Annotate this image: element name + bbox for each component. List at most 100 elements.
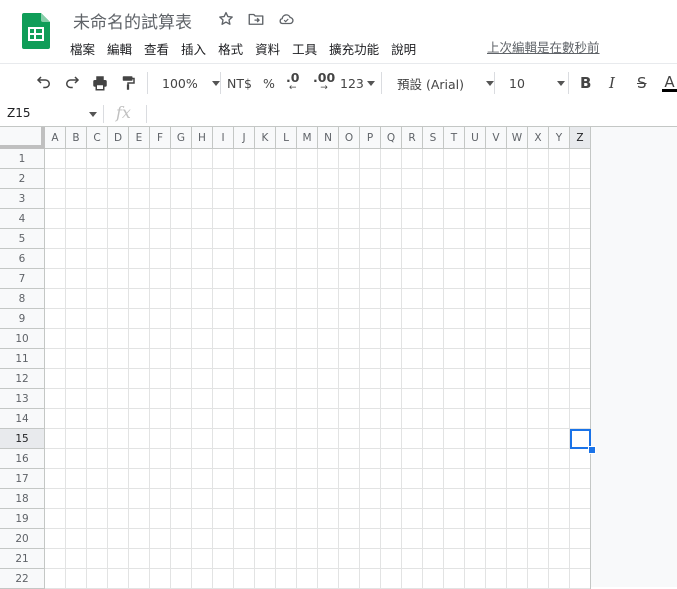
name-box[interactable]: Z15: [7, 106, 31, 120]
column-header[interactable]: B: [66, 127, 87, 149]
move-folder-icon[interactable]: [247, 10, 265, 28]
menu-file[interactable]: 檔案: [64, 41, 101, 59]
column-header[interactable]: Z: [570, 127, 591, 149]
percent-label: %: [263, 75, 275, 91]
spreadsheet-grid: ABCDEFGHIJKLMNOPQRSTUVWXYZ 1 2 3 4 5 6 7 8 9 10 11…: [0, 127, 677, 589]
row-header[interactable]: 2: [0, 169, 45, 189]
font-family-select[interactable]: 預設 (Arial): [397, 64, 495, 102]
column-header[interactable]: X: [528, 127, 549, 149]
column-header[interactable]: E: [129, 127, 150, 149]
row-header[interactable]: 14: [0, 409, 45, 429]
column-header[interactable]: K: [255, 127, 276, 149]
column-header[interactable]: C: [87, 127, 108, 149]
menu-help[interactable]: 說明: [385, 41, 422, 59]
decrease-decimal-label: .0: [286, 70, 300, 85]
strikethrough-button[interactable]: S: [637, 64, 647, 102]
menu-extensions[interactable]: 擴充功能: [323, 41, 385, 59]
bold-label: B: [580, 74, 592, 92]
zoom-select[interactable]: 100%: [162, 64, 220, 102]
increase-decimal-button[interactable]: .00 →: [313, 64, 335, 102]
row-header[interactable]: 19: [0, 509, 45, 529]
column-header[interactable]: T: [444, 127, 465, 149]
italic-button[interactable]: I: [609, 64, 615, 102]
last-edit-link[interactable]: 上次編輯是在數秒前: [487, 39, 600, 57]
row-headers: 1 2 3 4 5 6 7 8 9 10 11 12 13 14 15 16 17 18 19 20 21 22: [0, 149, 45, 589]
menu-view[interactable]: 查看: [138, 41, 175, 59]
column-header[interactable]: O: [339, 127, 360, 149]
row-header[interactable]: 8: [0, 289, 45, 309]
fill-handle[interactable]: [588, 446, 596, 454]
bold-button[interactable]: B: [580, 64, 591, 102]
column-header[interactable]: Y: [549, 127, 570, 149]
toolbar-separator: [147, 72, 148, 94]
undo-icon[interactable]: [35, 64, 53, 102]
paint-format-icon[interactable]: [119, 64, 137, 102]
column-header[interactable]: W: [507, 127, 528, 149]
cloud-saved-icon[interactable]: [277, 10, 295, 28]
column-header[interactable]: J: [234, 127, 255, 149]
column-header[interactable]: A: [45, 127, 66, 149]
menu-tools[interactable]: 工具: [286, 41, 323, 59]
row-header[interactable]: 6: [0, 249, 45, 269]
row-header[interactable]: 22: [0, 569, 45, 589]
column-header[interactable]: V: [486, 127, 507, 149]
menu-format[interactable]: 格式: [212, 41, 249, 59]
font-size-value: 10: [509, 75, 525, 91]
row-header[interactable]: 4: [0, 209, 45, 229]
menu-insert[interactable]: 插入: [175, 41, 212, 59]
row-header[interactable]: 17: [0, 469, 45, 489]
column-header[interactable]: U: [465, 127, 486, 149]
row-header[interactable]: 13: [0, 389, 45, 409]
column-header[interactable]: M: [297, 127, 318, 149]
star-icon[interactable]: [217, 10, 235, 28]
cell-area[interactable]: [45, 149, 591, 589]
column-header[interactable]: N: [318, 127, 339, 149]
row-header[interactable]: 9: [0, 309, 45, 329]
row-header[interactable]: 12: [0, 369, 45, 389]
text-color-swatch: [662, 88, 677, 92]
redo-icon[interactable]: [63, 64, 81, 102]
column-header[interactable]: Q: [381, 127, 402, 149]
more-formats-select[interactable]: 123: [340, 64, 375, 102]
row-header[interactable]: 11: [0, 349, 45, 369]
font-size-select[interactable]: 10: [509, 64, 565, 102]
row-header[interactable]: 7: [0, 269, 45, 289]
column-header[interactable]: S: [423, 127, 444, 149]
column-header[interactable]: P: [360, 127, 381, 149]
toolbar-separator: [568, 72, 569, 94]
row-header[interactable]: 5: [0, 229, 45, 249]
menu-edit[interactable]: 編輯: [101, 41, 138, 59]
toolbar-separator: [220, 72, 221, 94]
print-icon[interactable]: [91, 64, 109, 102]
row-header[interactable]: 18: [0, 489, 45, 509]
row-header[interactable]: 3: [0, 189, 45, 209]
row-header[interactable]: 16: [0, 449, 45, 469]
chevron-down-icon: [211, 80, 220, 86]
column-header[interactable]: I: [213, 127, 234, 149]
menu-data[interactable]: 資料: [249, 41, 286, 59]
column-header[interactable]: R: [402, 127, 423, 149]
row-header[interactable]: 21: [0, 549, 45, 569]
column-header[interactable]: H: [192, 127, 213, 149]
row-header[interactable]: 15: [0, 429, 45, 449]
row-header[interactable]: 10: [0, 329, 45, 349]
column-headers: ABCDEFGHIJKLMNOPQRSTUVWXYZ: [45, 127, 591, 149]
column-header[interactable]: G: [171, 127, 192, 149]
text-color-button[interactable]: A: [662, 64, 677, 102]
chevron-down-icon[interactable]: [89, 112, 97, 117]
column-header[interactable]: F: [150, 127, 171, 149]
strikethrough-label: S: [637, 74, 647, 92]
currency-format-button[interactable]: NT$: [227, 64, 252, 102]
document-title[interactable]: 未命名的試算表: [73, 8, 192, 33]
decrease-decimal-button[interactable]: .0 ←: [286, 64, 299, 102]
row-header[interactable]: 20: [0, 529, 45, 549]
sheets-logo-icon[interactable]: [22, 13, 50, 49]
formula-bar: Z15 fx: [0, 102, 677, 127]
column-header[interactable]: L: [276, 127, 297, 149]
select-all-corner[interactable]: [0, 127, 45, 149]
column-header[interactable]: D: [108, 127, 129, 149]
zoom-value: 100%: [162, 75, 198, 91]
percent-format-button[interactable]: %: [263, 64, 275, 102]
chevron-down-icon: [486, 80, 495, 86]
row-header[interactable]: 1: [0, 149, 45, 169]
